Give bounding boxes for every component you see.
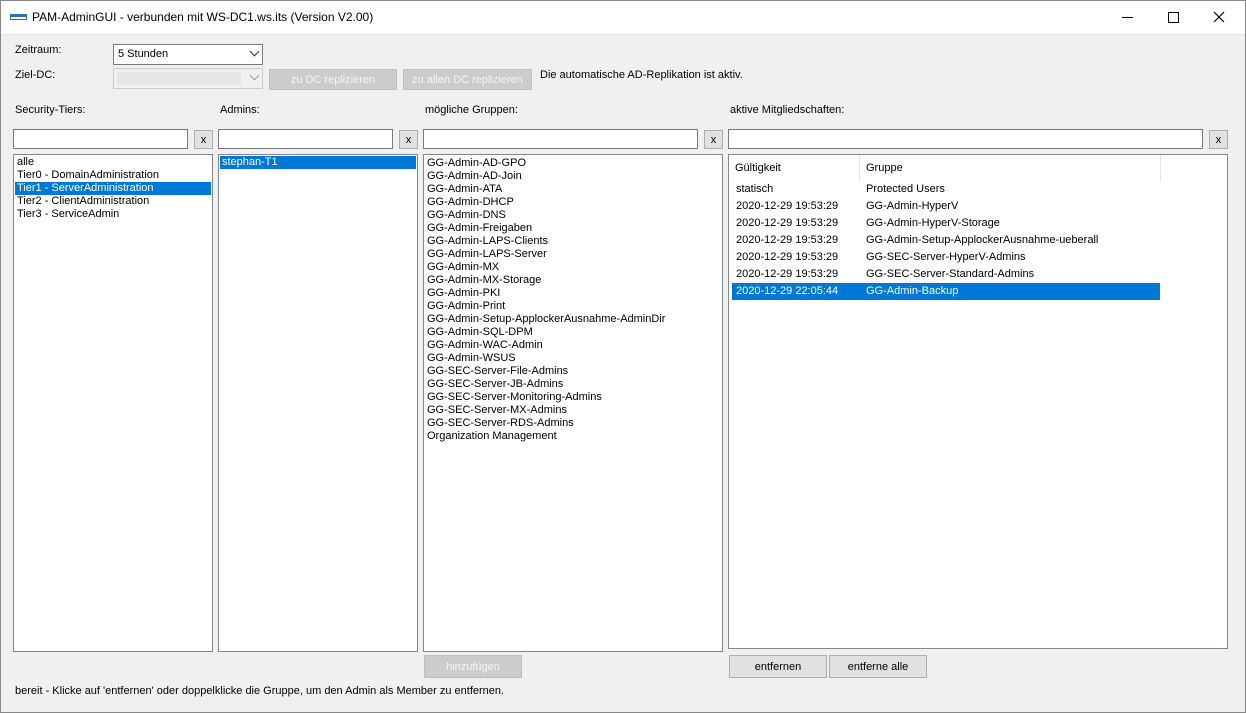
membership-validity: 2020-12-29 22:05:44 (736, 285, 839, 297)
group-list-item[interactable]: GG-Admin-PKI (425, 287, 721, 300)
membership-validity: 2020-12-29 19:53:29 (736, 268, 839, 280)
admin-list-item[interactable]: stephan-T1 (220, 156, 416, 169)
tiers-label: Security-Tiers: (15, 104, 86, 116)
add-button[interactable]: hinzufügen (424, 655, 522, 678)
maximize-icon (1167, 11, 1179, 23)
groups-label: mögliche Gruppen: (425, 104, 518, 116)
group-list-item[interactable]: GG-Admin-AD-GPO (425, 157, 721, 170)
membership-group: GG-SEC-Server-Standard-Admins (866, 268, 1035, 280)
membership-row[interactable]: 2020-12-29 19:53:29 GG-Admin-Setup-Apploc… (732, 232, 1160, 249)
group-list-item[interactable]: GG-SEC-Server-Monitoring-Admins (425, 391, 721, 404)
group-list-item[interactable]: GG-Admin-AD-Join (425, 170, 721, 183)
group-list-item[interactable]: GG-SEC-Server-File-Admins (425, 365, 721, 378)
membership-validity: statisch (736, 183, 774, 195)
membership-validity: 2020-12-29 19:53:29 (736, 234, 839, 246)
ziel-dc-value (117, 72, 241, 85)
replicate-all-dc-button[interactable]: zu allen DC replizieren (403, 69, 532, 90)
memberships-filter-input[interactable] (728, 129, 1203, 149)
group-list-item[interactable]: GG-Admin-DHCP (425, 196, 721, 209)
memberships-label: aktive Mitgliedschaften: (730, 104, 845, 116)
chevron-down-icon (249, 70, 260, 81)
tiers-list[interactable]: alle Tier0 - DomainAdministration Tier1 - … (13, 154, 213, 652)
chevron-down-icon (249, 46, 260, 57)
column-header-validity[interactable]: Gültigkeit (729, 155, 859, 181)
membership-row[interactable]: 2020-12-29 19:53:29 GG-SEC-Server-Standar… (732, 266, 1160, 283)
group-list-item[interactable]: GG-SEC-Server-MX-Admins (425, 404, 721, 417)
tier-list-item[interactable]: Tier2 - ClientAdministration (15, 195, 211, 208)
groups-list[interactable]: GG-Admin-AD-GPO GG-Admin-AD-Join GG-Admin-… (423, 154, 723, 652)
minimize-icon (1121, 16, 1133, 18)
groups-filter-clear-button[interactable]: x (704, 130, 723, 149)
membership-group: Protected Users (866, 183, 945, 195)
tier-list-item[interactable]: Tier1 - ServerAdministration (15, 182, 211, 195)
group-list-item[interactable]: GG-Admin-WSUS (425, 352, 721, 365)
group-list-item[interactable]: GG-Admin-ATA (425, 183, 721, 196)
admins-filter-clear-button[interactable]: x (399, 130, 418, 149)
tiers-filter-clear-button[interactable]: x (194, 130, 213, 149)
status-text: bereit - Klicke auf 'entfernen' oder dop… (15, 685, 505, 697)
maximize-button[interactable] (1150, 0, 1196, 34)
tier-list-item[interactable]: Tier0 - DomainAdministration (15, 169, 211, 182)
group-list-item[interactable]: Organization Management (425, 430, 721, 443)
group-list-item[interactable]: GG-Admin-DNS (425, 209, 721, 222)
tiers-filter-input[interactable] (13, 129, 188, 149)
group-list-item[interactable]: GG-SEC-Server-JB-Admins (425, 378, 721, 391)
close-icon (1213, 11, 1225, 23)
membership-group: GG-Admin-Setup-ApplockerAusnahme-ueberal… (866, 234, 1099, 246)
membership-row[interactable]: statisch Protected Users (732, 181, 1160, 198)
group-list-item[interactable]: GG-Admin-Setup-ApplockerAusnahme-AdminDi… (425, 313, 721, 326)
column-header-group[interactable]: Gruppe (860, 155, 1160, 181)
ziel-dc-label: Ziel-DC: (15, 69, 56, 81)
membership-row[interactable]: 2020-12-29 19:53:29 GG-SEC-Server-HyperV-… (732, 249, 1160, 266)
group-list-item[interactable]: GG-Admin-Freigaben (425, 222, 721, 235)
tier-list-item[interactable]: alle (15, 156, 211, 169)
group-list-item[interactable]: GG-Admin-WAC-Admin (425, 339, 721, 352)
admins-list[interactable]: stephan-T1 (218, 154, 418, 652)
minimize-button[interactable] (1104, 0, 1150, 34)
membership-validity: 2020-12-29 19:53:29 (736, 200, 839, 212)
group-list-item[interactable]: GG-Admin-LAPS-Clients (425, 235, 721, 248)
admins-filter-input[interactable] (218, 129, 393, 149)
close-button[interactable] (1196, 0, 1242, 34)
group-list-item[interactable]: GG-Admin-MX (425, 261, 721, 274)
membership-group: GG-Admin-Backup (866, 285, 959, 297)
ziel-dc-select[interactable] (113, 68, 263, 89)
membership-row[interactable]: 2020-12-29 19:53:29 GG-Admin-HyperV (732, 198, 1160, 215)
groups-filter-input[interactable] (423, 129, 698, 149)
memberships-listview[interactable]: Gültigkeit Gruppe statisch Protected User… (728, 154, 1228, 649)
zeitraum-select[interactable]: 5 Stunden (113, 44, 263, 65)
app-icon (10, 14, 27, 20)
group-list-item[interactable]: GG-Admin-MX-Storage (425, 274, 721, 287)
membership-validity: 2020-12-29 19:53:29 (736, 217, 839, 229)
membership-row[interactable]: 2020-12-29 19:53:29 GG-Admin-HyperV-Stora… (732, 215, 1160, 232)
window-title: PAM-AdminGUI - verbunden mit WS-DC1.ws.i… (32, 10, 374, 24)
zeitraum-label: Zeitraum: (15, 44, 62, 56)
admins-label: Admins: (220, 104, 260, 116)
membership-row[interactable]: 2020-12-29 22:05:44 GG-Admin-Backup (732, 283, 1160, 300)
replication-status: Die automatische AD-Replikation ist akti… (540, 69, 743, 81)
group-list-item[interactable]: GG-Admin-SQL-DPM (425, 326, 721, 339)
group-list-item[interactable]: GG-Admin-LAPS-Server (425, 248, 721, 261)
replicate-dc-button[interactable]: zu DC replizieren (269, 69, 397, 90)
membership-group: GG-Admin-HyperV (866, 200, 959, 212)
memberships-filter-clear-button[interactable]: x (1209, 130, 1228, 149)
membership-group: GG-SEC-Server-HyperV-Admins (866, 251, 1026, 263)
group-list-item[interactable]: GG-Admin-Print (425, 300, 721, 313)
column-divider[interactable] (1160, 155, 1161, 181)
remove-button[interactable]: entfernen (729, 655, 827, 678)
membership-validity: 2020-12-29 19:53:29 (736, 251, 839, 263)
remove-all-button[interactable]: entferne alle (829, 655, 927, 678)
zeitraum-value: 5 Stunden (118, 48, 169, 60)
membership-group: GG-Admin-HyperV-Storage (866, 217, 1000, 229)
group-list-item[interactable]: GG-SEC-Server-RDS-Admins (425, 417, 721, 430)
tier-list-item[interactable]: Tier3 - ServiceAdmin (15, 208, 211, 221)
